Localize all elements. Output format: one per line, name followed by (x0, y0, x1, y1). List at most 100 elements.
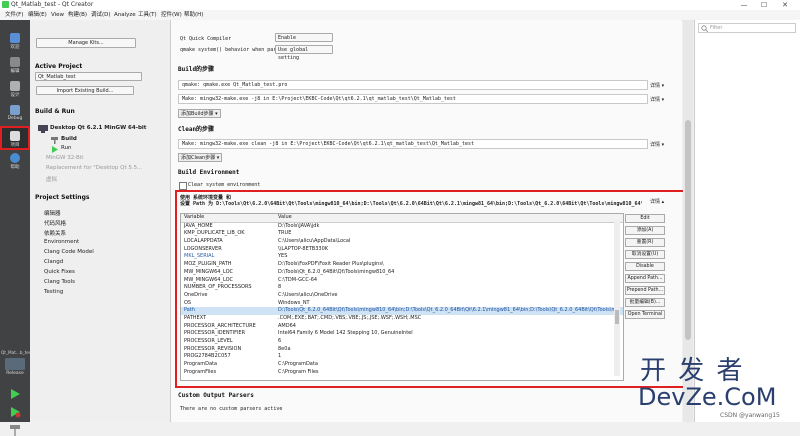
build-hammer-icon[interactable] (9, 424, 21, 436)
kit-desktop-qt[interactable]: Desktop Qt 6.2.1 MinGW 64-bit (50, 125, 146, 131)
env-variable-cell: PROCESSOR_IDENTIFIER (184, 330, 246, 337)
env-variable-cell: PROCESSOR_REVISION (184, 345, 242, 352)
menu-help[interactable]: 帮助(H) (181, 10, 206, 20)
menu-tools[interactable]: 工具(T) (135, 10, 160, 20)
import-build-button[interactable]: Import Existing Build... (36, 86, 134, 95)
kit-build-item[interactable]: Build (61, 136, 77, 142)
env-table-scroll-thumb[interactable] (615, 310, 619, 324)
make-step-details[interactable]: 详情 ▾ (650, 96, 664, 103)
variable-column-header[interactable]: Variable (181, 214, 278, 222)
filter-placeholder: Filter (710, 25, 723, 31)
table-row[interactable]: MOZ_PLUGIN_PATH D:\Tools\FoxPDF\Foxit Rea… (181, 261, 623, 269)
table-row[interactable]: ProgramFiles C:\Program Files (181, 369, 623, 377)
add-clean-step-button[interactable]: 添加Clean步骤 ▾ (178, 153, 223, 162)
env-variable-cell: PATHEXT (184, 314, 207, 321)
table-row[interactable]: NUMBER_OF_PROCESSORS 8 (181, 284, 623, 292)
table-row[interactable]: JAVA_HOME D:\Tools\JAVA\jdk (181, 223, 623, 231)
table-row[interactable]: ProgramData C:\ProgramData (181, 361, 623, 369)
table-row[interactable]: PATHEXT .COM;.EXE;.BAT;.CMD;.VBS;.VBE;.JS… (181, 315, 623, 323)
mode-help[interactable]: 帮助 (0, 150, 30, 174)
qt-creator-icon (2, 1, 9, 8)
table-row[interactable]: PROCESSOR_REVISION 8e0a (181, 346, 623, 354)
table-row[interactable]: OneDrive C:\Users\alicu\OneDrive (181, 292, 623, 300)
add-build-step-button[interactable]: 添加Build步骤 ▾ (178, 109, 221, 118)
settings-code-style[interactable]: 代码风格 (44, 219, 66, 227)
value-column-header[interactable]: Value (278, 214, 618, 222)
settings-editor[interactable]: 编辑器 (44, 209, 61, 217)
qmake-system-label: qmake system() behavior when parsing (180, 47, 289, 53)
desktop-kit-icon (38, 125, 48, 133)
menu-debug[interactable]: 调试(D) (88, 10, 114, 20)
env-add-button[interactable]: 添加(A) (625, 226, 665, 235)
mode-projects[interactable]: 项目 (0, 126, 30, 150)
env-summary-path: 设置 Path 为 D:\Tools\Qt\6.2.0\64Bit\Qt\Too… (180, 201, 642, 207)
active-project-select[interactable]: Qt_Matlab_test (35, 72, 142, 81)
active-project-label: Active Project (35, 63, 83, 70)
env-append-path-button[interactable]: Append Path... (625, 274, 665, 283)
settings-testing[interactable]: Testing (44, 289, 63, 295)
filter-box[interactable]: Filter (698, 23, 796, 33)
env-prepend-path-button[interactable]: Prepend Path... (625, 286, 665, 295)
table-row[interactable]: PROCESSOR_IDENTIFIER Intel64 Family 6 Mod… (181, 330, 623, 338)
debug-run-icon[interactable] (9, 406, 21, 418)
table-row[interactable]: PROCESSOR_LEVEL 6 (181, 338, 623, 346)
env-value-cell: .COM;.EXE;.BAT;.CMD;.VBS;.VBE;.JS;.JSE;.… (278, 314, 422, 321)
env-disable-button[interactable]: Disable (625, 262, 665, 271)
qmake-step[interactable]: qmake: qmake.exe Qt_Matlab_test.pro (178, 80, 648, 90)
menu-edit[interactable]: 编辑(E) (25, 10, 50, 20)
table-row[interactable]: OS Windows_NT (181, 300, 623, 308)
env-variable-cell: MKL_SERIAL (184, 253, 215, 260)
maximize-button[interactable]: ☐ (756, 0, 772, 10)
table-row[interactable]: Path D:\Tools\Qt_6.2.0_64Bit\Qt\Tools\min… (181, 307, 623, 315)
table-row[interactable]: LOCALAPPDATA C:\Users\alicu\AppData\Local (181, 238, 623, 246)
settings-quick-fixes[interactable]: Quick Fixes (44, 269, 75, 275)
menu-file[interactable]: 文件(F) (2, 10, 26, 20)
build-config-label: Release (6, 371, 24, 376)
env-variable-cell: MW_MINGW64_LOC (184, 268, 234, 275)
close-button[interactable]: ✕ (777, 0, 793, 10)
qmake-system-select[interactable]: Use global setting (275, 45, 333, 61)
env-variable-cell: MOZ_PLUGIN_PATH (184, 261, 232, 268)
env-batch-edit-button[interactable]: 批量编辑(B)... (625, 298, 665, 307)
settings-clangd[interactable]: Clangd (44, 259, 63, 265)
mode-design[interactable]: 设计 (0, 78, 30, 102)
kit-virtual[interactable]: 虚拟 (46, 175, 57, 183)
env-edit-button[interactable]: Edit (625, 214, 665, 223)
table-row[interactable]: MW_MINGW64_LOC C:\TDM-GCC-64 (181, 277, 623, 285)
env-variable-cell: MW_MINGW64_LOC (184, 276, 234, 283)
table-row[interactable]: MW_MINGW64_LOC D:\Tools\Qt_6.2.0_64Bit\Qt… (181, 269, 623, 277)
monitor-icon[interactable] (5, 358, 25, 370)
kit-mingw32[interactable]: MinGW 32-Bit (46, 155, 83, 161)
settings-dependencies[interactable]: 依赖关系 (44, 229, 66, 237)
main-scroll-thumb[interactable] (685, 120, 691, 340)
run-icon[interactable] (9, 388, 21, 400)
env-reset-button[interactable]: 重置(R) (625, 238, 665, 247)
env-unset-button[interactable]: 取消设置(U) (625, 250, 665, 259)
mode-edit[interactable]: 编辑 (0, 54, 30, 78)
kit-replacement[interactable]: Replacement for "Desktop Qt 5.5... (46, 165, 142, 171)
manage-kits-button[interactable]: Manage Kits... (36, 38, 136, 48)
clean-step-details[interactable]: 详情 ▾ (650, 141, 664, 148)
table-row[interactable]: LOGONSERVER \\LAPTOP-8ETB330K (181, 246, 623, 254)
settings-clang-code-model[interactable]: Clang Code Model (44, 249, 94, 255)
minimize-button[interactable]: — (736, 0, 752, 10)
clean-make-step[interactable]: Make: mingw32-make.exe clean -j8 in E:\P… (178, 139, 648, 149)
qt-quick-compiler-select[interactable]: Enable (275, 33, 333, 42)
settings-clang-tools[interactable]: Clang Tools (44, 279, 75, 285)
env-details-toggle[interactable]: 详情 ▴ (650, 198, 664, 205)
menu-build[interactable]: 构建(B) (65, 10, 90, 20)
clear-env-checkbox[interactable] (179, 182, 187, 190)
kit-run-item[interactable]: Run (61, 145, 72, 151)
table-row[interactable]: KMP_DUPLICATE_LIB_OK TRUE (181, 230, 623, 238)
env-variable-cell: NUMBER_OF_PROCESSORS (184, 284, 252, 291)
env-table-scrollbar[interactable] (614, 220, 620, 376)
make-step[interactable]: Make: mingw32-make.exe -j8 in E:\Project… (178, 94, 648, 104)
mode-welcome[interactable]: 欢迎 (0, 30, 30, 54)
table-row[interactable]: MKL_SERIAL YES (181, 253, 623, 261)
mode-debug[interactable]: Debug (0, 102, 30, 126)
table-row[interactable]: PROCESSOR_ARCHITECTURE AMD64 (181, 323, 623, 331)
env-open-terminal-button[interactable]: Open Terminal (625, 310, 665, 319)
qmake-step-details[interactable]: 详情 ▾ (650, 82, 664, 89)
settings-environment[interactable]: Environment (44, 239, 79, 245)
table-row[interactable]: PROG2784B2C057 1 (181, 353, 623, 361)
